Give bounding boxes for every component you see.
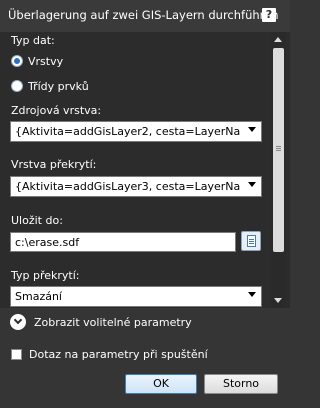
scroll-up-icon[interactable] [274,37,282,42]
save-to-value: c:\erase.sdf [15,236,80,249]
prompt-checkbox[interactable] [11,349,22,360]
chevron-down-circle-icon[interactable] [10,314,26,330]
scroll-down-icon[interactable] [274,298,282,303]
browse-button[interactable] [241,231,261,251]
data-type-label: Typ dat: [11,34,55,47]
overlay-type-value: Smazání [15,290,62,303]
cancel-button[interactable]: Storno [204,374,278,394]
document-icon [247,235,256,247]
ok-button[interactable]: OK [125,374,197,394]
overlay-layer-value: {Aktivita=addGisLayer3, cesta=LayerName} [15,180,241,193]
dialog-title: Überlagerung auf zwei GIS-Layern durchfü… [8,8,279,22]
parameters-panel: Typ dat: Vrstvy Třídy prvků Zdrojová vrs… [0,32,290,308]
prompt-checkbox-label[interactable]: Dotaz na parametry při spuštění [29,348,208,361]
vertical-scrollbar[interactable] [271,32,286,308]
radio-feature-classes-label[interactable]: Třídy prvků [28,80,89,93]
overlay-type-select[interactable]: Smazání [10,286,262,307]
overlay-layer-select[interactable]: {Aktivita=addGisLayer3, cesta=LayerName} [10,176,262,197]
radio-layers-label[interactable]: Vrstvy [28,55,63,68]
source-layer-select[interactable]: {Aktivita=addGisLayer2, cesta=LayerName} [10,121,262,142]
save-to-label: Uložit do: [11,214,63,227]
overlay-layer-label: Vrstva překrytí: [11,158,97,171]
source-layer-label: Zdrojová vrstva: [11,104,102,117]
scrollbar-thumb[interactable] [273,48,284,252]
chevron-down-icon [248,292,256,297]
chevron-down-icon [248,182,256,187]
source-layer-value: {Aktivita=addGisLayer2, cesta=LayerName} [15,125,241,138]
dialog-titlebar: Überlagerung auf zwei GIS-Layern durchfü… [0,0,290,32]
save-to-input[interactable]: c:\erase.sdf [10,232,236,252]
chevron-down-icon [248,127,256,132]
radio-feature-classes[interactable] [11,80,23,92]
optional-params-label[interactable]: Zobrazit volitelné parametry [34,316,192,329]
overlay-type-label: Typ překrytí: [11,269,80,282]
help-icon[interactable]: ? [262,8,276,22]
radio-layers[interactable] [11,55,23,67]
